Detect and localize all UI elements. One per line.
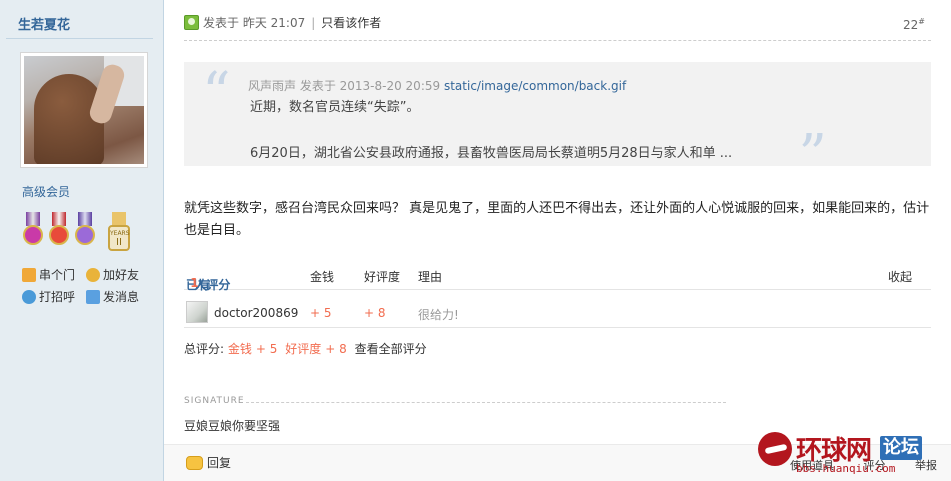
rater-avatar[interactable]: [186, 301, 208, 323]
send-message-label: 发消息: [103, 290, 140, 304]
site-watermark-logo: 环球网 论坛 bbs.huanqiu.com: [758, 432, 948, 478]
rating-header: 已有 1 人评分 金钱 好评度 理由 收起: [184, 260, 931, 292]
quote-block: “ 风声雨声 发表于 2013-8-20 20:59 static/image/…: [184, 61, 931, 184]
signature-divider: [246, 402, 726, 403]
home-icon: [22, 267, 36, 282]
author-name[interactable]: 生若夏花: [18, 14, 70, 33]
medal-years-icon[interactable]: YEARS II: [106, 212, 132, 254]
view-all-ratings-link[interactable]: 查看全部评分: [355, 342, 427, 356]
rater-reputation: + 8: [364, 306, 386, 320]
signature-text: 豆娘豆娘你要坚强: [184, 419, 281, 433]
online-status-icon: [184, 15, 199, 30]
signature-label: SIGNATURE: [184, 396, 245, 406]
reply-label: 回复: [207, 456, 232, 470]
quote-line: 近期，数名官员连续“失踪”。: [250, 100, 420, 115]
reply-button[interactable]: 回复: [186, 454, 231, 471]
send-message-link[interactable]: 发消息: [86, 288, 139, 305]
collapse-button[interactable]: 收起: [888, 268, 912, 285]
quote-close-icon: ”: [798, 123, 827, 188]
post-body: 就凭这些数字，感召台湾民众回来吗？ 真是见鬼了，里面的人还巴不得出去，还让外面的…: [184, 201, 930, 238]
medal-icon[interactable]: [22, 212, 44, 254]
avatar-image: [24, 56, 144, 164]
quote-line: 6月20日，湖北省公安县政府通报，县畜牧兽医局局长蔡道明5月28日与家人和单 .…: [250, 146, 733, 161]
add-friend-link[interactable]: 加好友: [86, 266, 139, 283]
sidebar-divider: [6, 38, 153, 39]
add-friend-label: 加好友: [103, 268, 140, 282]
quote-meta: 风声雨声 发表于 2013-8-20 20:59 static/image/co…: [248, 79, 627, 93]
greet-link[interactable]: 打招呼: [22, 288, 75, 305]
user-group[interactable]: 高级会员: [22, 183, 70, 200]
col-money: 金钱: [310, 270, 335, 284]
rater-reason: 很给力!: [418, 308, 459, 322]
post-header: 发表于 昨天 21:07 | 只看该作者: [184, 14, 381, 31]
avatar[interactable]: [20, 52, 148, 168]
rating-count: 已有 1 人评分: [186, 276, 231, 292]
greet-icon: [22, 289, 36, 304]
visit-space-label: 串个门: [39, 268, 76, 282]
watermark-url: bbs.huanqiu.com: [796, 462, 896, 475]
visit-space-link[interactable]: 串个门: [22, 266, 75, 283]
medal-icon[interactable]: [48, 212, 70, 254]
col-reason: 理由: [418, 270, 443, 284]
rater-money: + 5: [310, 306, 332, 320]
author-sidebar: 生若夏花 高级会员 YEARS II 串个门 加好友 打招呼 发消息: [0, 0, 164, 481]
medal-icon[interactable]: [74, 212, 96, 254]
rating-row: doctor200869 + 5 + 8 很给力!: [184, 298, 931, 328]
watermark-badge: 论坛: [880, 436, 922, 460]
envelope-icon: [86, 289, 100, 304]
post-time: 发表于 昨天 21:07: [203, 16, 306, 30]
greet-label: 打招呼: [39, 290, 76, 304]
add-friend-icon: [86, 267, 100, 282]
header-divider: [184, 40, 931, 41]
floor-number[interactable]: 22#: [903, 17, 925, 32]
quote-open-icon: “: [202, 61, 231, 126]
author-only-link[interactable]: 只看该作者: [321, 14, 381, 31]
globe-logo-icon: [758, 432, 792, 466]
col-reputation: 好评度: [364, 270, 401, 284]
reply-icon: [186, 455, 203, 470]
divider: |: [311, 15, 316, 30]
quote-back-link[interactable]: static/image/common/back.gif: [444, 79, 626, 93]
rating-total: 总评分: 金钱 + 5 好评度 + 8 查看全部评分: [184, 342, 427, 356]
rater-name[interactable]: doctor200869: [214, 306, 298, 320]
